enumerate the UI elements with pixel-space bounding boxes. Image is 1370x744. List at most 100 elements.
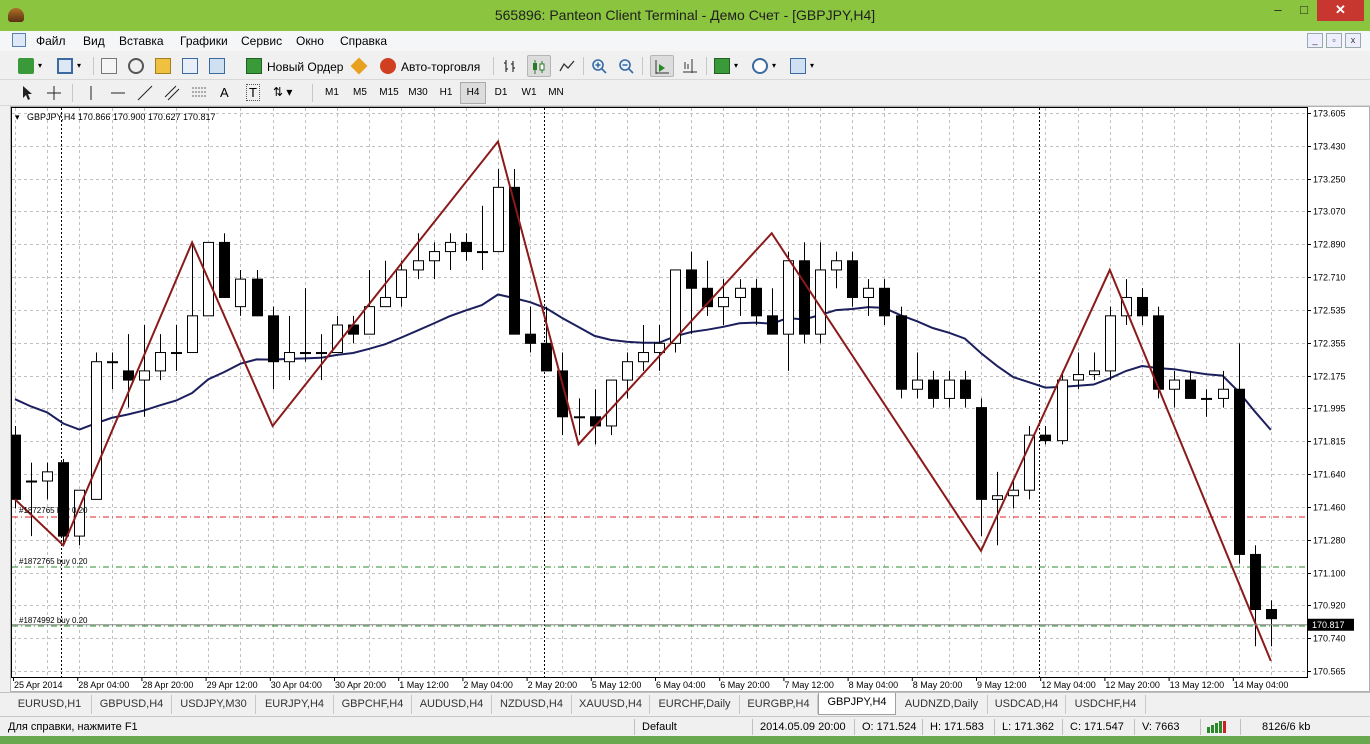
menu-help[interactable]: Справка: [340, 34, 387, 48]
new-chart-button[interactable]: ▾: [16, 55, 50, 77]
market-watch-button[interactable]: [98, 55, 120, 77]
crosshair-button[interactable]: [43, 82, 65, 104]
trendline-button[interactable]: [134, 82, 156, 104]
zoom-in-button[interactable]: [588, 55, 610, 77]
timeframe-m5[interactable]: M5: [347, 82, 373, 104]
indicators-button[interactable]: ▾: [712, 55, 746, 77]
time-label: 6 May 04:00: [656, 680, 706, 690]
chart-window[interactable]: 173.605 173.430 173.250 173.070 172.890 172.7…: [10, 106, 1370, 692]
timeframe-m30[interactable]: M30: [404, 82, 432, 104]
close-button[interactable]: ✕: [1317, 0, 1364, 21]
profiles-button[interactable]: ▾: [55, 55, 89, 77]
status-bar: Для справки, нажмите F1 Default 2014.05.…: [0, 716, 1370, 736]
indicators-icon: [714, 58, 730, 74]
fibonacci-button[interactable]: [188, 82, 210, 104]
line-chart-button[interactable]: [556, 55, 578, 77]
menu-insert[interactable]: Вставка: [119, 34, 164, 48]
timeframe-h1[interactable]: H1: [433, 82, 459, 104]
periods-button[interactable]: ▾: [750, 55, 784, 77]
templates-icon: [790, 58, 806, 74]
menu-window[interactable]: Окно: [296, 34, 324, 48]
time-label: 9 May 12:00: [977, 680, 1027, 690]
tab-xauusd-h4[interactable]: XAUUSD,H4: [572, 695, 650, 714]
tab-eurjpy-h4[interactable]: EURJPY,H4: [256, 695, 334, 714]
tab-eurusd-h1[interactable]: EURUSD,H1: [8, 695, 92, 714]
text-icon: A: [220, 85, 229, 100]
tab-gbpusd-h4[interactable]: GBPUSD,H4: [92, 695, 172, 714]
status-traffic: 8126/6 kb: [1262, 721, 1311, 733]
strategy-tester-button[interactable]: [206, 55, 228, 77]
tab-usdchf-h4[interactable]: USDCHF,H4: [1066, 695, 1146, 714]
tab-gbpjpy-h4[interactable]: GBPJPY,H4: [818, 693, 896, 715]
candle-bullish: [316, 352, 327, 355]
timeframe-m15[interactable]: M15: [375, 82, 403, 104]
templates-button[interactable]: ▾: [788, 55, 822, 77]
data-window-button[interactable]: [125, 55, 147, 77]
chart-document-icon[interactable]: [12, 33, 26, 47]
candle-bearish: [1234, 388, 1245, 555]
autoscroll-icon: [655, 60, 669, 74]
terminal-button[interactable]: [179, 55, 201, 77]
minimize-button[interactable]: ‒: [1265, 0, 1291, 21]
candlestick-chart-button[interactable]: [527, 55, 551, 77]
candle-bearish: [219, 241, 230, 298]
candle-bearish: [123, 370, 134, 381]
cursor-button[interactable]: [16, 82, 38, 104]
metaeditor-button[interactable]: [350, 55, 372, 77]
bar-chart-icon: [504, 60, 515, 72]
menu-file[interactable]: Файл: [36, 34, 66, 48]
arrows-button[interactable]: ⇅ ▾: [270, 82, 306, 104]
candle-bearish: [268, 315, 279, 363]
tab-eurchf-daily[interactable]: EURCHF,Daily: [650, 695, 740, 714]
candle-bullish: [107, 361, 118, 364]
price-label: 173.430: [1313, 142, 1346, 152]
price-chart[interactable]: 173.605 173.430 173.250 173.070 172.890 172.7…: [11, 107, 1369, 691]
text-label-button[interactable]: T: [242, 82, 264, 104]
horizontal-line-button[interactable]: [107, 82, 129, 104]
price-label: 171.995: [1313, 404, 1346, 414]
tab-eurgbp-h4[interactable]: EURGBP,H4: [740, 695, 818, 714]
time-label: 8 May 20:00: [913, 680, 963, 690]
status-datetime: 2014.05.09 20:00: [760, 721, 846, 733]
menu-charts[interactable]: Графики: [180, 34, 228, 48]
zoom-out-button[interactable]: [615, 55, 637, 77]
candle-bearish: [1040, 434, 1051, 442]
menu-tools[interactable]: Сервис: [241, 34, 282, 48]
bar-chart-button[interactable]: [500, 55, 522, 77]
price-label: 172.355: [1313, 339, 1346, 349]
status-open: O: 171.524: [862, 721, 917, 733]
tab-usdcad-h4[interactable]: USDCAD,H4: [988, 695, 1066, 714]
vertical-line-button[interactable]: [80, 82, 102, 104]
candle-bullish: [783, 260, 794, 335]
time-label: 29 Apr 12:00: [207, 680, 258, 690]
candle-bearish: [751, 287, 762, 317]
child-minimize-icon[interactable]: _: [1307, 33, 1323, 48]
child-close-icon[interactable]: x: [1345, 33, 1361, 48]
child-restore-icon[interactable]: ▫: [1326, 33, 1342, 48]
timeframe-w1[interactable]: W1: [516, 82, 542, 104]
tab-gbpchf-h4[interactable]: GBPCHF,H4: [334, 695, 412, 714]
timeframe-mn[interactable]: MN: [543, 82, 569, 104]
timeframe-m1[interactable]: M1: [319, 82, 345, 104]
timeframe-h4[interactable]: H4: [460, 82, 486, 104]
tab-audnzd-daily[interactable]: AUDNZD,Daily: [896, 695, 988, 714]
candle-bullish: [1218, 388, 1229, 399]
menu-view[interactable]: Вид: [83, 34, 105, 48]
maximize-button[interactable]: □: [1291, 0, 1317, 21]
tab-audusd-h4[interactable]: AUDUSD,H4: [412, 695, 492, 714]
text-tool-button[interactable]: A: [215, 82, 237, 104]
window-title: 565896: Panteon Client Terminal - Демо С…: [494, 7, 876, 23]
timeframe-d1[interactable]: D1: [488, 82, 514, 104]
tab-nzdusd-h4[interactable]: NZDUSD,H4: [492, 695, 572, 714]
auto-trading-button[interactable]: Авто-торговля: [377, 55, 485, 77]
tester-icon: [209, 58, 225, 74]
candle-bearish: [976, 407, 987, 500]
equidistant-channel-button[interactable]: [161, 82, 183, 104]
autoscroll-button[interactable]: [650, 55, 674, 77]
tab-usdjpy-m30[interactable]: USDJPY,M30: [172, 695, 256, 714]
chart-shift-button[interactable]: [679, 55, 701, 77]
new-order-button[interactable]: Новый Ордер: [243, 55, 345, 77]
candle-bullish: [300, 352, 311, 355]
status-help: Для справки, нажмите F1: [8, 721, 138, 733]
navigator-button[interactable]: [152, 55, 174, 77]
